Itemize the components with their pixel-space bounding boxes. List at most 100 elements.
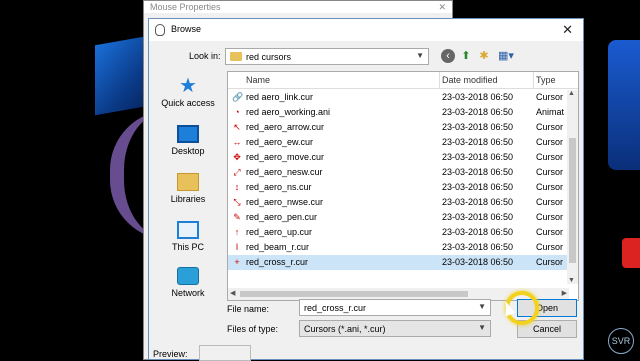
star-icon: ★ — [179, 75, 197, 97]
file-name-cell: red_aero_nwse.cur — [246, 197, 324, 207]
table-row[interactable]: ✎ red_aero_pen.cur 23-03-2018 06:50 Cursor — [228, 210, 568, 225]
close-icon[interactable]: ✕ — [562, 22, 573, 38]
place-network[interactable]: Network — [153, 267, 223, 298]
table-row[interactable]: ↑ red_aero_up.cur 23-03-2018 06:50 Cursor — [228, 225, 568, 240]
place-label: Network — [171, 288, 205, 298]
mouse-icon — [155, 24, 165, 36]
table-row[interactable]: ⤢ red_aero_nesw.cur 23-03-2018 06:50 Cursor — [228, 165, 568, 180]
table-row[interactable]: ↖ red_aero_arrow.cur 23-03-2018 06:50 Curso… — [228, 120, 568, 135]
table-row[interactable]: 🔗 red aero_link.cur 23-03-2018 06:50 Cursor — [228, 90, 568, 105]
look-in-row: Look in: red cursors ▼ ‹ ⬆ ✱ ▦▾ — [149, 45, 583, 67]
navigation-toolbar: ‹ ⬆ ✱ ▦▾ — [441, 48, 517, 64]
scroll-right-icon[interactable]: ▶ — [562, 289, 567, 297]
date-modified-cell: 23-03-2018 06:50 — [442, 227, 514, 237]
cursor-file-icon: ✎ — [233, 212, 241, 222]
table-row[interactable]: ⤡ red_aero_nwse.cur 23-03-2018 06:50 Cursor — [228, 195, 568, 210]
place-quick-access[interactable]: ★ Quick access — [153, 75, 223, 108]
table-row[interactable]: Ired_beam_r.cur 23-03-2018 06:50 Cursor — [228, 240, 568, 255]
type-cell: Cursor — [536, 257, 564, 267]
file-name-input[interactable]: red_cross_r.cur ▼ — [299, 299, 491, 316]
computer-icon — [177, 221, 199, 239]
column-header-date[interactable]: Date modified — [442, 75, 498, 85]
table-row[interactable]: ◔ red aero_working.ani 23-03-2018 06:50 Ani… — [228, 105, 568, 120]
place-this-pc[interactable]: This PC — [153, 221, 223, 252]
mouse-properties-title: Mouse Properties — [150, 2, 221, 12]
file-name-cell: red_aero_ew.cur — [246, 137, 314, 147]
type-cell: Cursor — [536, 242, 564, 252]
date-modified-cell: 23-03-2018 06:50 — [442, 197, 514, 207]
scrollbar-thumb[interactable] — [569, 138, 576, 263]
date-modified-cell: 23-03-2018 06:50 — [442, 212, 514, 222]
column-divider[interactable] — [439, 72, 440, 89]
type-cell: Cursor — [536, 137, 564, 147]
file-name-value: red_cross_r.cur — [304, 303, 367, 313]
date-modified-cell: 23-03-2018 06:50 — [442, 137, 514, 147]
browse-title: Browse — [171, 24, 202, 34]
type-cell: Cursor — [536, 92, 564, 102]
cursor-file-icon: ↔ — [232, 137, 242, 147]
preview-label: Preview: — [153, 349, 188, 359]
table-row[interactable]: ✥ red_aero_move.cur 23-03-2018 06:50 Cursor — [228, 150, 568, 165]
file-list: Name Date modified Type 🔗 red aero_link.c… — [227, 71, 579, 301]
date-modified-cell: 23-03-2018 06:50 — [442, 182, 514, 192]
cursor-file-icon: ✥ — [233, 152, 241, 162]
cursor-file-icon: ↕ — [234, 182, 240, 192]
table-row[interactable]: + red_cross_r.cur 23-03-2018 06:50 Cursor — [228, 255, 568, 270]
scroll-down-icon[interactable]: ▼ — [568, 277, 575, 284]
date-modified-cell: 23-03-2018 06:50 — [442, 92, 514, 102]
date-modified-cell: 23-03-2018 06:50 — [442, 242, 514, 252]
cursor-file-icon: 🔗 — [232, 92, 244, 102]
place-label: Desktop — [171, 146, 205, 156]
scroll-up-icon[interactable]: ▲ — [568, 90, 575, 97]
folder-icon — [230, 52, 242, 61]
cursor-file-icon: ⤡ — [233, 197, 241, 207]
file-type-label: Files of type: — [227, 324, 279, 334]
file-name-cell: red_beam_r.cur — [246, 242, 310, 252]
vertical-scrollbar[interactable]: ▲ ▼ — [567, 90, 578, 284]
file-name-label: File name: — [227, 304, 270, 314]
file-name-cell: red_aero_pen.cur — [246, 212, 318, 222]
network-icon — [177, 267, 199, 285]
type-cell: Cursor — [536, 227, 564, 237]
mouse-properties-titlebar: Mouse Properties ✕ — [144, 1, 452, 13]
file-name-cell: red_cross_r.cur — [246, 257, 309, 267]
channel-logo: SVR — [608, 328, 634, 354]
column-divider[interactable] — [533, 72, 534, 89]
look-in-dropdown[interactable]: red cursors ▼ — [225, 48, 429, 65]
background-red-graphic — [622, 238, 640, 268]
preview-box — [199, 345, 251, 361]
libraries-icon — [177, 173, 199, 191]
chevron-down-icon[interactable]: ▼ — [478, 302, 486, 311]
cursor-file-icon: ◔ — [234, 107, 240, 117]
cursor-file-icon: + — [234, 257, 240, 267]
scrollbar-thumb[interactable] — [240, 291, 468, 297]
column-header-name[interactable]: Name — [246, 75, 270, 85]
file-name-cell: red aero_working.ani — [246, 107, 331, 117]
up-folder-icon[interactable]: ⬆ — [459, 49, 473, 63]
chevron-down-icon: ▼ — [416, 51, 424, 60]
place-libraries[interactable]: Libraries — [153, 173, 223, 204]
place-desktop[interactable]: Desktop — [153, 125, 223, 156]
file-name-cell: red_aero_up.cur — [246, 227, 313, 237]
scroll-left-icon[interactable]: ◀ — [230, 289, 235, 297]
view-menu-icon[interactable]: ▦▾ — [495, 49, 517, 63]
column-header-type[interactable]: Type — [536, 75, 556, 85]
mouse-properties-close-icon[interactable]: ✕ — [438, 1, 446, 13]
type-cell: Animat — [536, 107, 565, 117]
back-icon[interactable]: ‹ — [441, 49, 455, 63]
background-right-graphic — [608, 40, 640, 170]
place-label: Quick access — [161, 98, 215, 108]
cursor-file-icon: ↖ — [233, 122, 241, 132]
file-type-dropdown[interactable]: Cursors (*.ani, *.cur) ▼ — [299, 320, 491, 337]
new-folder-icon[interactable]: ✱ — [477, 49, 491, 63]
place-label: Libraries — [170, 194, 206, 204]
file-name-cell: red_aero_move.cur — [246, 152, 325, 162]
date-modified-cell: 23-03-2018 06:50 — [442, 122, 514, 132]
table-row[interactable]: ↔ red_aero_ew.cur 23-03-2018 06:50 Cursor — [228, 135, 568, 150]
desktop-icon — [177, 125, 199, 143]
type-cell: Cursor — [536, 197, 564, 207]
type-cell: Cursor — [536, 122, 564, 132]
cursor-file-icon: ⤢ — [233, 167, 241, 177]
cursor-file-icon: ↑ — [234, 227, 240, 237]
table-row[interactable]: ↕ red_aero_ns.cur 23-03-2018 06:50 Cursor — [228, 180, 568, 195]
